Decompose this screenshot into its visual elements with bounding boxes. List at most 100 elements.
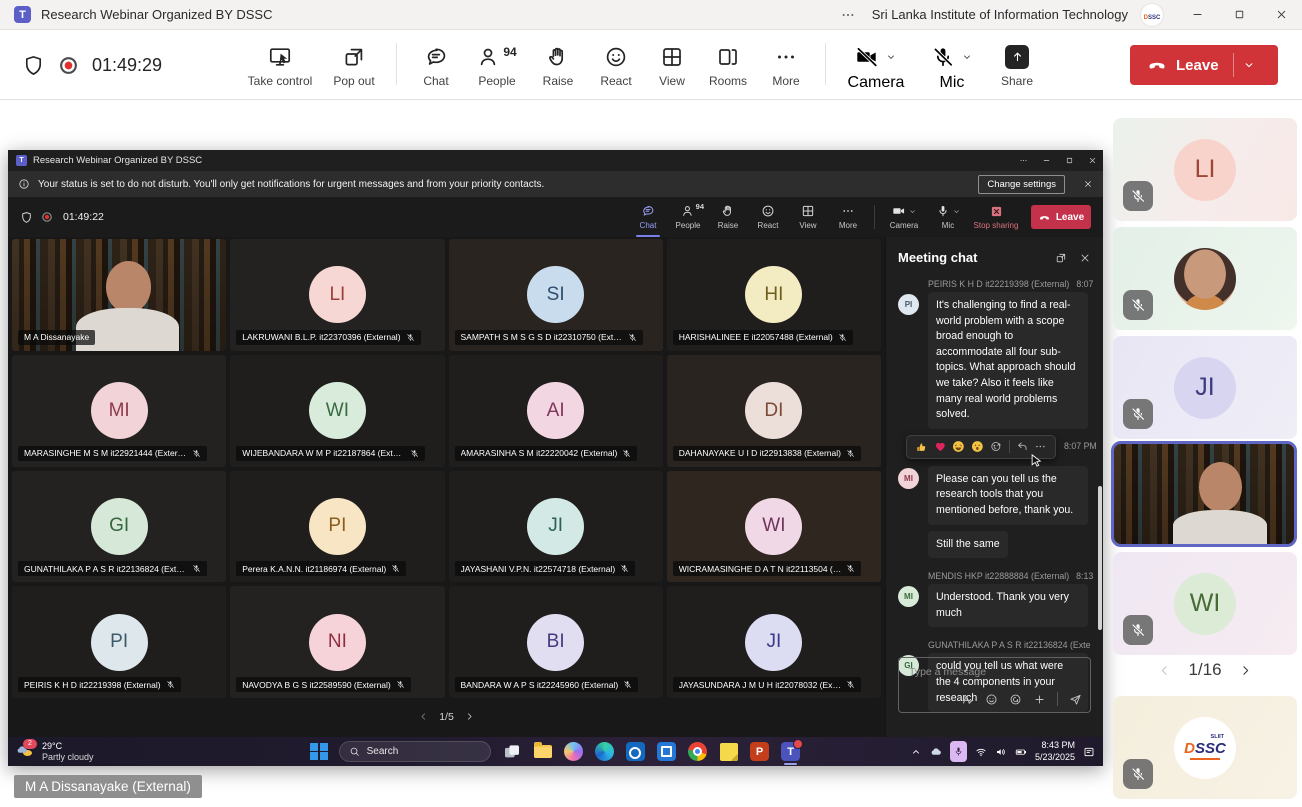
inner-chat-button[interactable]: Chat bbox=[628, 199, 668, 235]
inner-more-icon[interactable] bbox=[1019, 156, 1028, 165]
participant-tile[interactable]: LI LAKRUWANI B.L.P. it22370396 (External… bbox=[230, 239, 444, 351]
chevron-down-icon[interactable] bbox=[908, 207, 917, 216]
title-more-icon[interactable] bbox=[840, 7, 856, 23]
sidebar-participant-tile[interactable]: WI bbox=[1113, 552, 1297, 655]
participant-tile[interactable]: HI HARISHALINEE E it22057488 (External) bbox=[667, 239, 881, 351]
participant-tile-video[interactable]: M A Dissanayake bbox=[12, 239, 226, 351]
chat-button[interactable]: Chat bbox=[407, 39, 465, 88]
message-more-icon[interactable] bbox=[1034, 440, 1047, 453]
tray-mic-active[interactable] bbox=[950, 741, 967, 762]
mic-button[interactable]: Mic bbox=[916, 39, 988, 92]
thumbs-up-reaction-icon[interactable] bbox=[915, 440, 928, 453]
start-button[interactable] bbox=[310, 743, 328, 761]
format-icon[interactable] bbox=[961, 693, 974, 706]
blue-app-button[interactable] bbox=[657, 742, 677, 762]
sidebar-participant-tile[interactable]: JI bbox=[1113, 336, 1297, 439]
chevron-down-icon[interactable] bbox=[952, 207, 961, 216]
pop-out-button[interactable]: Pop out bbox=[322, 39, 386, 88]
stop-sharing-button[interactable]: Stop sharing bbox=[969, 200, 1023, 235]
participant-tile[interactable]: AI AMARASINHA S M it22220042 (External) bbox=[449, 355, 663, 467]
participant-tile[interactable]: PI PEIRIS K H D it22219398 (External) bbox=[12, 586, 226, 698]
participant-tile[interactable]: PI Perera K.A.N.N. it21186974 (External) bbox=[230, 471, 444, 583]
powerpoint-button[interactable] bbox=[750, 742, 770, 762]
surprised-reaction-icon[interactable] bbox=[971, 440, 984, 453]
speaker-icon[interactable] bbox=[995, 746, 1007, 758]
reply-icon[interactable] bbox=[1016, 440, 1029, 453]
inner-view-button[interactable]: View bbox=[788, 199, 828, 235]
taskbar-weather-widget[interactable]: 2 29°C Partly cloudy bbox=[14, 741, 142, 763]
onedrive-cloud-icon[interactable] bbox=[930, 746, 942, 758]
inner-raise-button[interactable]: Raise bbox=[708, 199, 748, 235]
chat-close-icon[interactable] bbox=[1079, 252, 1091, 264]
edge-button[interactable] bbox=[595, 742, 615, 762]
participant-tile[interactable]: BI BANDARA W A P S it22245960 (External) bbox=[449, 586, 663, 698]
copilot-button[interactable] bbox=[564, 742, 584, 762]
emoji-icon[interactable] bbox=[985, 693, 998, 706]
minimize-button[interactable] bbox=[1176, 0, 1218, 30]
page-prev-icon[interactable] bbox=[418, 711, 429, 722]
heart-reaction-icon[interactable] bbox=[934, 440, 947, 453]
chevron-down-icon[interactable] bbox=[885, 51, 897, 63]
change-settings-button[interactable]: Change settings bbox=[978, 175, 1065, 194]
raise-hand-button[interactable]: Raise bbox=[529, 39, 587, 88]
close-button[interactable] bbox=[1260, 0, 1302, 30]
inner-react-button[interactable]: React bbox=[748, 199, 788, 235]
inner-minimize-icon[interactable] bbox=[1042, 156, 1051, 165]
participant-tile[interactable]: GI GUNATHILAKA P A S R it22136824 (Exter… bbox=[12, 471, 226, 583]
participant-tile[interactable]: JI JAYASUNDARA J M U H it22078032 (Exte.… bbox=[667, 586, 881, 698]
view-button[interactable]: View bbox=[645, 39, 699, 88]
sticky-notes-button[interactable] bbox=[719, 742, 739, 762]
sidebar-next-icon[interactable] bbox=[1238, 663, 1253, 678]
laugh-reaction-icon[interactable] bbox=[952, 440, 965, 453]
chat-scrollbar[interactable] bbox=[1098, 486, 1102, 630]
teams-taskbar-button[interactable] bbox=[781, 742, 801, 762]
react-button[interactable]: React bbox=[587, 39, 645, 88]
chat-compose-box[interactable]: Type a message bbox=[898, 657, 1091, 713]
loop-sticker-icon[interactable] bbox=[1009, 693, 1022, 706]
task-view-button[interactable] bbox=[502, 742, 522, 762]
sidebar-participant-tile[interactable]: LI bbox=[1113, 118, 1297, 221]
take-control-button[interactable]: Take control bbox=[238, 39, 322, 88]
chat-popout-icon[interactable] bbox=[1055, 252, 1067, 264]
inner-leave-button[interactable]: Leave bbox=[1031, 205, 1091, 229]
tray-chevron-up-icon[interactable] bbox=[910, 746, 922, 758]
leave-button[interactable]: Leave bbox=[1130, 45, 1278, 85]
inner-more-button[interactable]: More bbox=[828, 199, 868, 235]
taskbar-search[interactable]: Search bbox=[339, 741, 491, 762]
participant-tile[interactable]: MI MARASINGHE M S M it22921444 (Extern..… bbox=[12, 355, 226, 467]
rooms-button[interactable]: Rooms bbox=[699, 39, 757, 88]
participant-tile[interactable]: NI NAVODYA B G S it22589590 (External) bbox=[230, 586, 444, 698]
file-explorer-button[interactable] bbox=[533, 742, 553, 762]
attach-plus-icon[interactable] bbox=[1033, 693, 1046, 706]
camera-button[interactable]: Camera bbox=[836, 39, 916, 92]
participant-tile[interactable]: SI SAMPATH S M S G S D it22310750 (Exter… bbox=[449, 239, 663, 351]
participant-tile[interactable]: DI DAHANAYAKE U I D it22913838 (External… bbox=[667, 355, 881, 467]
people-button[interactable]: 94 People bbox=[465, 39, 529, 88]
more-button[interactable]: More bbox=[757, 39, 815, 88]
inner-mic-button[interactable]: Mic bbox=[927, 199, 969, 235]
chrome-button[interactable] bbox=[688, 742, 708, 762]
outlook-button[interactable] bbox=[626, 742, 646, 762]
inner-camera-button[interactable]: Camera bbox=[881, 199, 927, 235]
participant-tile[interactable]: WI WIJEBANDARA W M P it22187864 (Exter..… bbox=[230, 355, 444, 467]
send-icon[interactable] bbox=[1069, 693, 1082, 706]
share-button[interactable]: Share bbox=[988, 39, 1046, 88]
inner-people-button[interactable]: 94 People bbox=[668, 199, 708, 235]
inner-close-icon[interactable] bbox=[1088, 156, 1097, 165]
sidebar-participant-tile[interactable] bbox=[1113, 227, 1297, 330]
participant-tile[interactable]: JI JAYASHANI V.P.N. it22574718 (External… bbox=[449, 471, 663, 583]
taskbar-clock[interactable]: 8:43 PM 5/23/2025 bbox=[1035, 740, 1075, 763]
add-reaction-icon[interactable] bbox=[990, 440, 1003, 453]
leave-chevron-icon[interactable] bbox=[1242, 58, 1256, 72]
banner-close-icon[interactable] bbox=[1083, 179, 1093, 189]
maximize-button[interactable] bbox=[1218, 0, 1260, 30]
participant-tile[interactable]: WI WICRAMASINGHE D A T N it22113504 (E..… bbox=[667, 471, 881, 583]
wifi-icon[interactable] bbox=[975, 746, 987, 758]
sidebar-prev-icon[interactable] bbox=[1157, 663, 1172, 678]
inner-restore-icon[interactable] bbox=[1065, 156, 1074, 165]
battery-icon[interactable] bbox=[1015, 746, 1027, 758]
sidebar-participant-tile[interactable]: SLIIT DSSC bbox=[1113, 696, 1297, 799]
sidebar-active-speaker-video[interactable] bbox=[1111, 441, 1297, 547]
page-next-icon[interactable] bbox=[464, 711, 475, 722]
notification-center-icon[interactable] bbox=[1083, 746, 1095, 758]
